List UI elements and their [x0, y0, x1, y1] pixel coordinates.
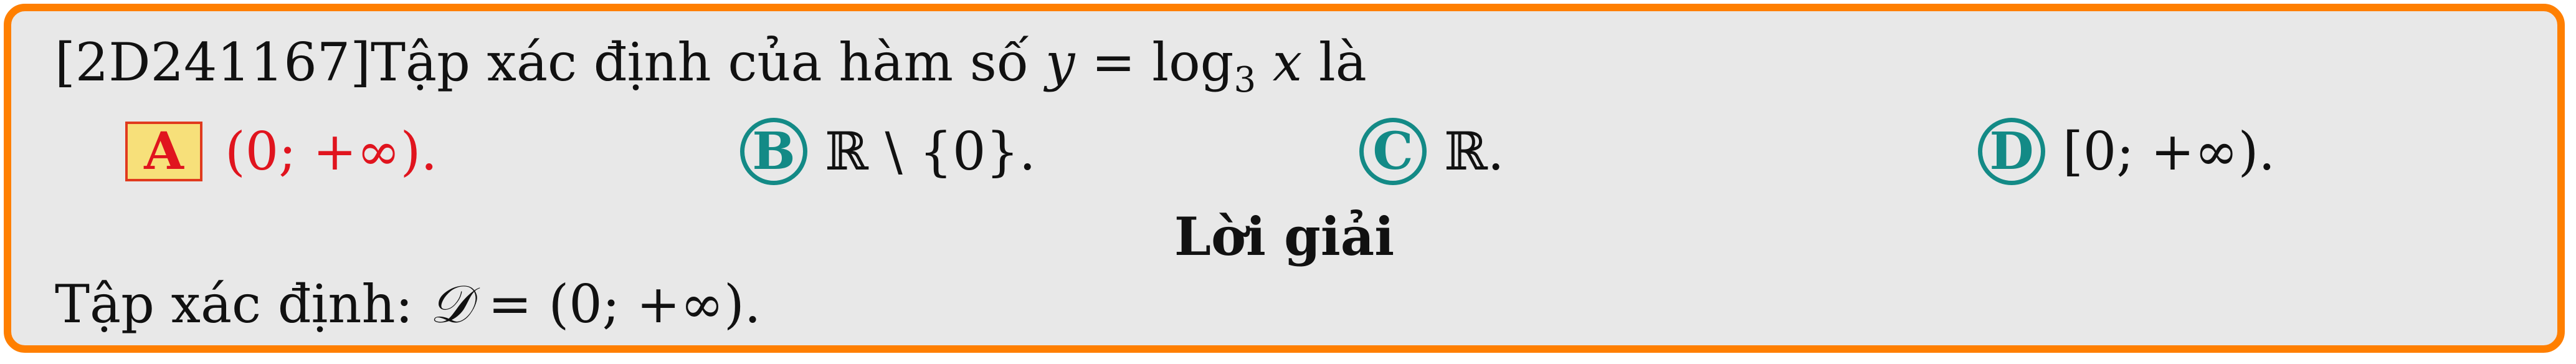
question-card: [2D241167]Tập xác định của hàm số y = lo… [4, 4, 2565, 353]
option-c[interactable]: C ℝ. [1359, 117, 1504, 186]
question-suffix: là [1302, 32, 1367, 93]
question-text: Tập xác định của hàm số [371, 32, 1045, 93]
solution-prefix: Tập xác định: [55, 274, 430, 335]
question-line: [2D241167]Tập xác định của hàm số y = lo… [55, 36, 1367, 98]
math-x: x [1256, 32, 1303, 93]
option-b-text: ℝ \ {0}. [825, 121, 1036, 182]
question-id: [2D241167] [55, 32, 371, 93]
option-a[interactable]: A (0; +∞). [125, 117, 437, 186]
solution-line: Tập xác định: 𝒟 = (0; +∞). [55, 278, 761, 330]
option-c-text: ℝ. [1444, 121, 1504, 182]
option-c-badge: C [1359, 118, 1427, 185]
option-d-badge: D [1978, 118, 2045, 185]
option-b-badge: B [740, 118, 807, 185]
option-a-badge: A [125, 122, 202, 181]
math-y: y [1045, 32, 1075, 93]
option-d[interactable]: D [0; +∞). [1978, 117, 2275, 186]
option-b[interactable]: B ℝ \ {0}. [740, 117, 1036, 186]
math-equals-log: = log [1075, 32, 1234, 93]
log-base: 3 [1233, 60, 1257, 100]
option-a-text: (0; +∞). [225, 121, 438, 182]
domain-symbol: 𝒟 [429, 274, 472, 335]
solution-heading: Lời giải [1174, 206, 1395, 267]
option-d-text: [0; +∞). [2063, 121, 2276, 182]
solution-rest: = (0; +∞). [471, 274, 761, 335]
